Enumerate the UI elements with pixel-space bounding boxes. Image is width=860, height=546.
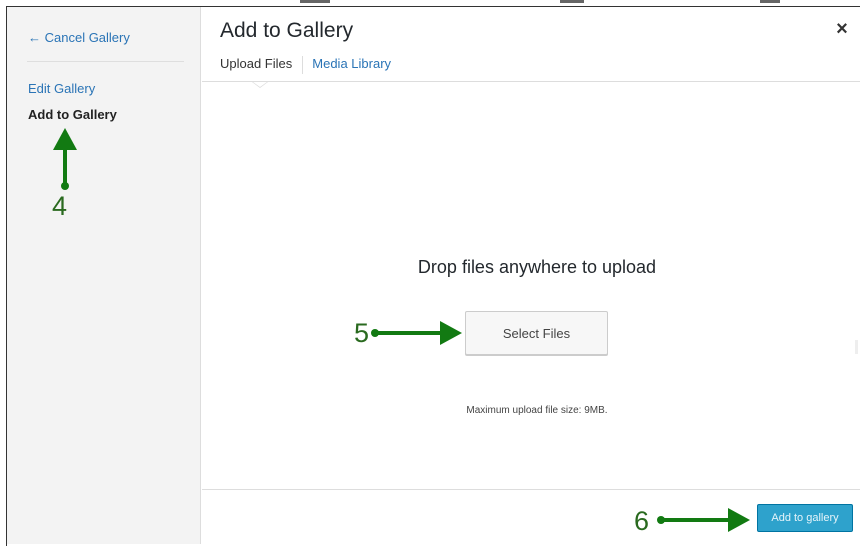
step-6-label: 6 xyxy=(634,506,650,536)
step-5-arrow xyxy=(371,321,462,345)
step-4-arrow xyxy=(53,128,77,190)
step-4-label: 4 xyxy=(52,191,68,221)
step-6-arrow xyxy=(657,508,750,532)
step-5-label: 5 xyxy=(354,318,370,348)
annotation-arrows xyxy=(53,128,750,532)
